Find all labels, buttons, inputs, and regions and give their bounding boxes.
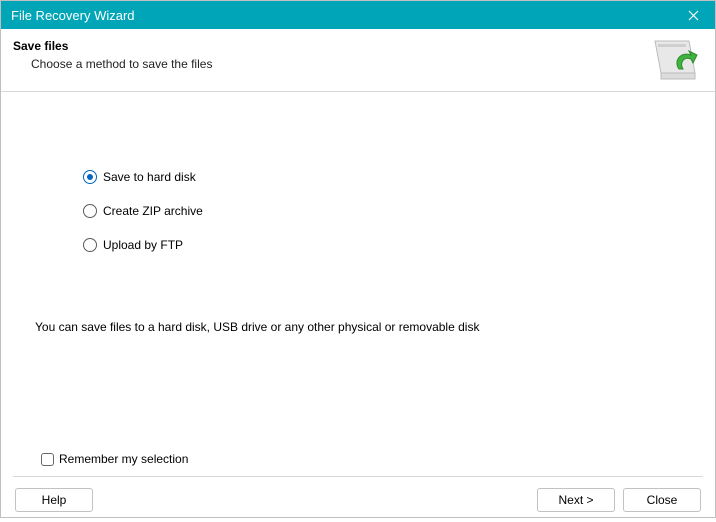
option-label: Upload by FTP: [103, 238, 183, 252]
titlebar: File Recovery Wizard: [1, 1, 715, 29]
remember-label: Remember my selection: [59, 452, 188, 466]
footer-right-buttons: Next > Close: [537, 488, 701, 512]
wizard-footer: Help Next > Close: [13, 476, 703, 522]
window-title: File Recovery Wizard: [11, 8, 135, 23]
option-create-zip[interactable]: Create ZIP archive: [83, 204, 691, 218]
option-upload-ftp[interactable]: Upload by FTP: [83, 238, 691, 252]
close-icon: [688, 10, 699, 21]
option-label: Create ZIP archive: [103, 204, 203, 218]
wizard-header-text: Save files Choose a method to save the f…: [13, 39, 212, 71]
help-button[interactable]: Help: [15, 488, 93, 512]
remember-selection-checkbox[interactable]: Remember my selection: [41, 452, 188, 466]
checkbox-icon: [41, 453, 54, 466]
next-button[interactable]: Next >: [537, 488, 615, 512]
radio-icon: [83, 238, 97, 252]
button-label: Help: [42, 493, 67, 507]
hard-disk-save-icon: [651, 39, 699, 83]
radio-icon: [83, 204, 97, 218]
option-label: Save to hard disk: [103, 170, 196, 184]
page-subtitle: Choose a method to save the files: [31, 57, 212, 71]
button-label: Close: [647, 493, 678, 507]
page-title: Save files: [13, 39, 212, 53]
radio-icon: [83, 170, 97, 184]
button-label: Next >: [558, 493, 593, 507]
wizard-content: Save to hard disk Create ZIP archive Upl…: [1, 92, 715, 476]
save-method-options: Save to hard disk Create ZIP archive Upl…: [25, 92, 691, 252]
close-button[interactable]: Close: [623, 488, 701, 512]
wizard-header: Save files Choose a method to save the f…: [1, 29, 715, 92]
option-save-hard-disk[interactable]: Save to hard disk: [83, 170, 691, 184]
window-close-button[interactable]: [671, 1, 715, 29]
option-description: You can save files to a hard disk, USB d…: [35, 320, 479, 334]
